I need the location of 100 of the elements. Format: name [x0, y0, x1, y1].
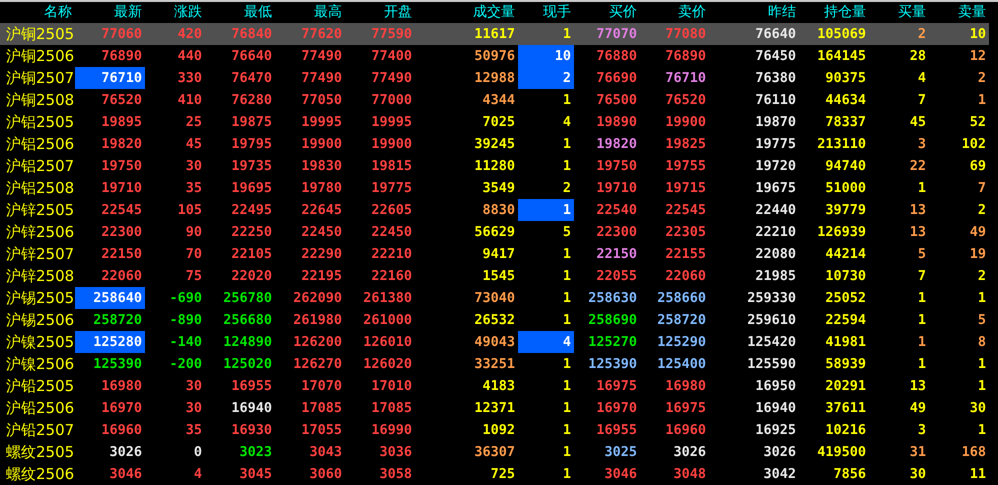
cell-value: 125400 — [657, 356, 706, 372]
cell-value: 3 — [918, 422, 926, 438]
table-row[interactable]: 沪铜2507 76710 330 76470 77490 77490 12988 2 76690 76710 76380 90375 4 2 — [0, 67, 989, 89]
cell-value: 19995 — [371, 114, 412, 130]
column-header[interactable]: 最新 — [75, 2, 145, 23]
cell-value: 22594 — [825, 312, 866, 328]
cell-value: -890 — [169, 312, 202, 328]
column-header[interactable]: 卖价 — [640, 2, 709, 23]
cell-value: 22150 — [101, 246, 142, 262]
cell-value: 19900 — [371, 136, 412, 152]
cell-value: 258640 — [93, 290, 142, 306]
cell-value: 76380 — [755, 70, 796, 86]
cell-value: 126270 — [293, 356, 342, 372]
cell-value: 1 — [978, 356, 986, 372]
cell-value: 22495 — [231, 202, 272, 218]
column-header[interactable]: 最低 — [205, 2, 275, 23]
table-row[interactable]: 沪镍2505 125280 -140 124890 126200 126010 49043 4 125270 125290 125420 41981 1 8 — [0, 331, 989, 353]
column-header[interactable]: 昨结 — [709, 2, 799, 23]
cell-value: 1 — [562, 312, 571, 328]
cell-value: 12988 — [474, 70, 515, 86]
cell-value: 1 — [562, 136, 571, 152]
cell-value: 77080 — [665, 26, 706, 42]
cell-value: 125270 — [588, 334, 637, 350]
table-row[interactable]: 沪锡2506 258720 -890 256680 261980 261000 26532 1 258690 258720 259610 22594 1 5 — [0, 309, 989, 331]
column-header[interactable]: 卖量 — [929, 2, 989, 23]
table-row[interactable]: 沪铅2505 16980 30 16955 17070 17010 4183 1 16975 16980 16950 20291 13 1 — [0, 375, 989, 397]
column-header[interactable]: 买量 — [869, 2, 929, 23]
cell-value: 7 — [918, 268, 926, 284]
contract-name: 沪锌2506 — [5, 222, 75, 243]
cell-value: 13 — [910, 378, 926, 394]
table-row[interactable]: 螺纹2506 3046 4 3045 3060 3058 725 1 3046 3048 3042 7856 30 11 — [0, 463, 989, 485]
cell-value: 16930 — [231, 422, 272, 438]
table-row[interactable]: 沪铜2505 77060 420 76840 77620 77590 11617 1 77070 77080 76640 105069 2 10 — [0, 23, 989, 45]
column-header[interactable]: 成交量 — [415, 2, 518, 23]
table-row[interactable]: 沪铝2506 19820 45 19795 19900 19900 39245 1 19820 19825 19775 213110 3 102 — [0, 133, 989, 155]
cell-value: 90375 — [825, 70, 866, 86]
cell-value: 164145 — [817, 48, 866, 64]
cell-value: 76640 — [755, 26, 796, 42]
column-header[interactable]: 涨跌 — [145, 2, 205, 23]
table-row[interactable]: 沪锌2505 22545 105 22495 22645 22605 8830 1 22540 22545 22440 39779 13 2 — [0, 199, 989, 221]
cell-value: 4 — [562, 114, 571, 130]
cell-value: 11280 — [474, 158, 515, 174]
cell-value: 77400 — [371, 48, 412, 64]
cell-value: 22450 — [371, 224, 412, 240]
cell-value: 16950 — [755, 378, 796, 394]
table-row[interactable]: 沪锌2507 22150 70 22105 22290 22210 9417 1 22150 22155 22080 44214 5 19 — [0, 243, 989, 265]
cell-value: 19775 — [755, 136, 796, 152]
column-header[interactable]: 买价 — [574, 2, 640, 23]
table-row[interactable]: 沪铝2507 19750 30 19735 19830 19815 11280 1 19750 19755 19720 94740 22 69 — [0, 155, 989, 177]
table-row[interactable]: 沪铝2508 19710 35 19695 19780 19775 3549 2 19710 19715 19675 51000 1 7 — [0, 177, 989, 199]
column-header[interactable]: 持仓量 — [799, 2, 869, 23]
cell-value: 1 — [562, 290, 571, 306]
table-row[interactable]: 沪锡2505 258640 -690 256780 262090 261380 73040 1 258630 258660 259330 25052 1 1 — [0, 287, 989, 309]
cell-value: 19890 — [596, 114, 637, 130]
contract-name: 沪镍2505 — [5, 332, 75, 353]
table-row[interactable]: 沪镍2506 125390 -200 125020 126270 126020 33251 1 125390 125400 125590 58939 1 1 — [0, 353, 989, 375]
cell-value: 1 — [562, 202, 571, 218]
cell-value: 3045 — [239, 466, 272, 482]
column-header[interactable]: 现手 — [518, 2, 574, 23]
cell-value: 90 — [186, 224, 202, 240]
contract-name: 沪铝2505 — [5, 112, 75, 133]
cell-value: 19775 — [371, 180, 412, 196]
cell-value: 19 — [970, 246, 986, 262]
cell-value: 36307 — [474, 444, 515, 460]
table-row[interactable]: 沪铅2506 16970 30 16940 17085 17085 12371 1 16970 16975 16940 37611 49 30 — [0, 397, 989, 419]
cell-value: 35 — [186, 180, 202, 196]
cell-value: 25 — [186, 114, 202, 130]
table-row[interactable]: 沪铜2508 76520 410 76280 77050 77000 4344 1 76500 76520 76110 44634 7 1 — [0, 89, 989, 111]
table-row[interactable]: 沪铅2507 16960 35 16930 17055 16990 1092 1 16955 16960 16925 10216 3 1 — [0, 419, 989, 441]
column-header[interactable]: 名称 — [0, 2, 75, 23]
table-row[interactable]: 沪铜2506 76890 440 76640 77490 77400 50976 10 76880 76890 76450 164145 28 12 — [0, 45, 989, 67]
column-header[interactable]: 开盘 — [345, 2, 415, 23]
cell-value: 125290 — [657, 334, 706, 350]
table-row[interactable]: 沪铝2505 19895 25 19875 19995 19995 7025 4 19890 19900 19870 78337 45 52 — [0, 111, 989, 133]
cell-value: 125390 — [588, 356, 637, 372]
contract-name: 沪铝2508 — [5, 178, 75, 199]
cell-value: 16960 — [101, 422, 142, 438]
cell-value: 419500 — [817, 444, 866, 460]
column-header[interactable]: 最高 — [275, 2, 345, 23]
cell-value: 9417 — [482, 246, 515, 262]
cell-value: 19825 — [665, 136, 706, 152]
cell-value: 5 — [978, 312, 986, 328]
cell-value: 22210 — [371, 246, 412, 262]
cell-value: 1 — [562, 422, 571, 438]
cell-value: 12 — [970, 48, 986, 64]
table-row[interactable]: 螺纹2505 3026 0 3023 3043 3036 36307 1 3025 3026 3026 419500 31 168 — [0, 441, 989, 463]
cell-value: 16980 — [101, 378, 142, 394]
table-row[interactable]: 沪锌2508 22060 75 22020 22195 22160 1545 1 22055 22060 21985 10730 7 2 — [0, 265, 989, 287]
cell-value: 69 — [970, 158, 986, 174]
cell-value: 258660 — [657, 290, 706, 306]
cell-value: 3549 — [482, 180, 515, 196]
cell-value: 76890 — [101, 48, 142, 64]
cell-value: 56629 — [474, 224, 515, 240]
table-row[interactable]: 沪锌2506 22300 90 22250 22450 22450 56629 5 22300 22305 22210 126939 13 49 — [0, 221, 989, 243]
contract-name: 沪铜2506 — [5, 46, 75, 67]
cell-value: 76500 — [596, 92, 637, 108]
cell-value: 1 — [562, 356, 571, 372]
cell-value: 126010 — [363, 334, 412, 350]
cell-value: 258630 — [588, 290, 637, 306]
cell-value: 11 — [970, 466, 986, 482]
